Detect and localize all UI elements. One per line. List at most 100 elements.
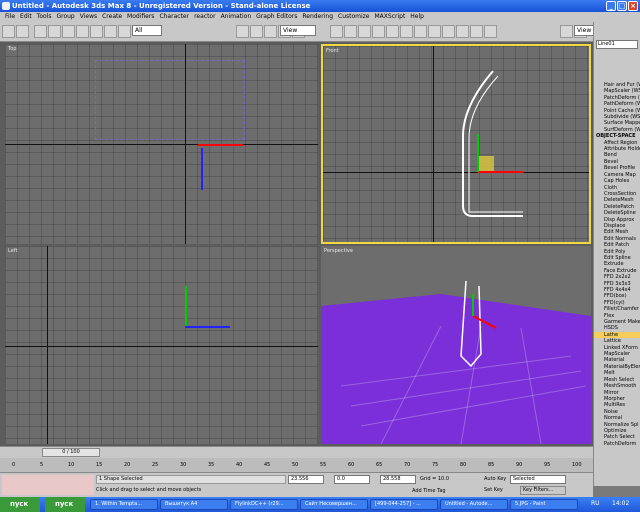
menu-bar: File Edit Tools Group Views Create Modifiers Ch… xyxy=(0,12,640,22)
taskbar-item[interactable]: Сайт Несовершен... xyxy=(300,499,368,510)
object-name-field[interactable]: Line01 xyxy=(596,40,638,49)
line-shape[interactable] xyxy=(95,60,245,140)
viewport-perspective[interactable]: Perspective xyxy=(321,246,591,444)
toolbar-button[interactable] xyxy=(264,25,277,38)
toolbar-button[interactable] xyxy=(344,25,357,38)
timeline-tick: 80 xyxy=(460,462,467,468)
viewport-label[interactable]: Front xyxy=(326,48,339,54)
x-coord-field[interactable]: 23.556 xyxy=(288,475,324,484)
toolbar-button[interactable] xyxy=(104,25,117,38)
toolbar-button[interactable] xyxy=(250,25,263,38)
timeline-tick: 65 xyxy=(376,462,383,468)
viewport-label[interactable]: Perspective xyxy=(324,248,353,254)
start-button[interactable]: пуск xyxy=(0,497,40,512)
toolbar-button[interactable] xyxy=(442,25,455,38)
toolbar-button[interactable] xyxy=(48,25,61,38)
taskbar-item[interactable]: Вышитук А4 xyxy=(160,499,228,510)
selection-filter-combo[interactable]: All xyxy=(132,25,162,36)
menu-animation[interactable]: Animation xyxy=(221,13,252,20)
timeline-tick: 30 xyxy=(180,462,187,468)
toolbar-button[interactable] xyxy=(90,25,103,38)
maximize-button[interactable]: □ xyxy=(617,1,627,11)
menu-file[interactable]: File xyxy=(5,13,15,20)
viewport-front[interactable]: Front xyxy=(321,44,591,244)
maxscript-listener[interactable] xyxy=(2,475,94,495)
toolbar-button[interactable] xyxy=(76,25,89,38)
toolbar-button[interactable] xyxy=(400,25,413,38)
toolbar-button[interactable] xyxy=(428,25,441,38)
timeline-tick: 45 xyxy=(264,462,271,468)
menu-maxscript[interactable]: MAXScript xyxy=(375,13,406,20)
add-time-tag[interactable]: Add Time Tag xyxy=(412,488,446,494)
taskbar-item[interactable]: 1. Within Tempta... xyxy=(90,499,158,510)
selection-status: 1 Shape Selected xyxy=(96,475,286,484)
frame-counter[interactable]: 0 / 100 xyxy=(42,448,100,457)
window-title: Untitled - Autodesk 3ds Max 8 - Unregist… xyxy=(12,2,311,10)
viewport-area: Top Front Left Perspective xyxy=(0,42,593,446)
menu-rendering[interactable]: Rendering xyxy=(302,13,333,20)
toolbar-button[interactable] xyxy=(2,25,15,38)
toolbar-button[interactable] xyxy=(118,25,131,38)
toolbar-button[interactable] xyxy=(358,25,371,38)
y-coord-field[interactable]: 0.0 xyxy=(334,475,370,484)
track-bar[interactable]: 0 5 10 15 20 25 30 35 40 45 50 55 60 65 70 75 80 85 90 95 10… xyxy=(0,458,593,472)
toolbar-button[interactable] xyxy=(456,25,469,38)
toolbar-button[interactable] xyxy=(414,25,427,38)
menu-views[interactable]: Views xyxy=(80,13,97,20)
x-axis-gizmo[interactable] xyxy=(198,144,243,146)
key-filters-button[interactable]: Key Filters... xyxy=(520,486,566,495)
timeline-tick: 40 xyxy=(236,462,243,468)
taskbar-item[interactable]: Untitled - Autode... xyxy=(440,499,508,510)
toolbar-button[interactable] xyxy=(470,25,483,38)
taskbar-item[interactable]: 5.JPG - Paint xyxy=(510,499,578,510)
toolbar-button[interactable] xyxy=(386,25,399,38)
minimize-button[interactable]: _ xyxy=(606,1,616,11)
menu-create[interactable]: Create xyxy=(102,13,122,20)
z-coord-field[interactable]: 28.558 xyxy=(380,475,416,484)
toolbar-button[interactable] xyxy=(16,25,29,38)
toolbar-button[interactable] xyxy=(372,25,385,38)
timeline-tick: 75 xyxy=(432,462,439,468)
profile-spline[interactable] xyxy=(323,46,591,244)
set-key-button[interactable]: Set Key xyxy=(484,486,510,495)
y-axis-gizmo[interactable] xyxy=(201,148,203,190)
toolbar-button[interactable] xyxy=(484,25,497,38)
timeline-tick: 90 xyxy=(516,462,523,468)
toolbar-button[interactable] xyxy=(560,25,573,38)
modifier-list[interactable]: Hair and Fur (W MapScaler (WS PatchDeform … xyxy=(594,82,640,447)
key-mode-select[interactable]: Selected xyxy=(510,475,566,484)
auto-key-button[interactable]: Auto Key xyxy=(484,475,510,484)
start-button-2[interactable]: пуск xyxy=(45,497,85,512)
viewport-top[interactable]: Top xyxy=(5,44,318,244)
taskbar-item[interactable]: [499-044-257] - ... xyxy=(370,499,438,510)
menu-tools[interactable]: Tools xyxy=(37,13,52,20)
timeline-tick: 15 xyxy=(96,462,103,468)
viewport-label[interactable]: Left xyxy=(8,248,17,254)
command-panel: Line01 Hair and Fur (W MapScaler (WS Patch… xyxy=(593,22,640,486)
coord-system-combo-2[interactable]: View xyxy=(574,25,594,36)
menu-group[interactable]: Group xyxy=(56,13,74,20)
time-slider[interactable]: 0 / 100 xyxy=(0,446,593,458)
modifier-item[interactable]: OBJECT-SPACE xyxy=(594,133,640,139)
menu-customize[interactable]: Customize xyxy=(338,13,370,20)
coord-system-combo[interactable]: View xyxy=(280,25,316,36)
taskbar-item[interactable]: FlylinkDC++ (r29... xyxy=(230,499,298,510)
menu-character[interactable]: Character xyxy=(159,13,189,20)
z-axis-gizmo[interactable] xyxy=(185,326,230,328)
menu-graph-editors[interactable]: Graph Editors xyxy=(256,13,297,20)
toolbar-button[interactable] xyxy=(62,25,75,38)
menu-help[interactable]: Help xyxy=(410,13,424,20)
main-toolbar: All View View xyxy=(0,22,595,42)
menu-reactor[interactable]: reactor xyxy=(194,13,216,20)
menu-edit[interactable]: Edit xyxy=(20,13,32,20)
y-axis-gizmo[interactable] xyxy=(185,286,187,326)
viewport-left[interactable]: Left xyxy=(5,246,318,444)
toolbar-button[interactable] xyxy=(34,25,47,38)
toolbar-button[interactable] xyxy=(330,25,343,38)
modifier-item[interactable]: PatchDeform xyxy=(594,441,640,447)
menu-modifiers[interactable]: Modifiers xyxy=(127,13,154,20)
toolbar-button[interactable] xyxy=(236,25,249,38)
language-indicator[interactable]: RU xyxy=(591,500,600,507)
close-button[interactable]: × xyxy=(628,1,638,11)
viewport-label[interactable]: Top xyxy=(8,46,16,52)
